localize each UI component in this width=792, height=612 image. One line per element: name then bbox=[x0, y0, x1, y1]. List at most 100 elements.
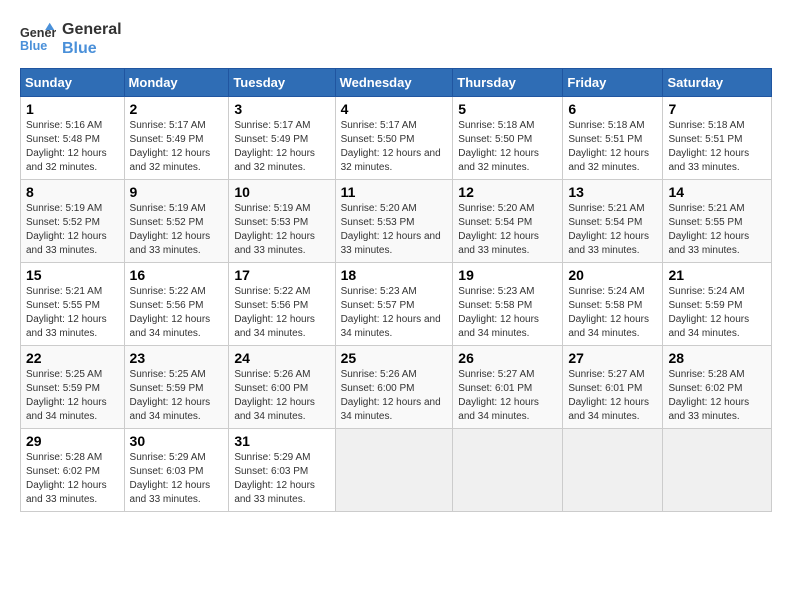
weekday-header: Saturday bbox=[663, 69, 772, 97]
day-number: 18 bbox=[341, 267, 448, 283]
calendar-week-row: 1 Sunrise: 5:16 AMSunset: 5:48 PMDayligh… bbox=[21, 97, 772, 180]
calendar-cell: 12 Sunrise: 5:20 AMSunset: 5:54 PMDaylig… bbox=[453, 180, 563, 263]
day-info: Sunrise: 5:19 AMSunset: 5:53 PMDaylight:… bbox=[234, 203, 315, 256]
day-number: 29 bbox=[26, 433, 119, 449]
calendar-week-row: 22 Sunrise: 5:25 AMSunset: 5:59 PMDaylig… bbox=[21, 346, 772, 429]
weekday-header: Friday bbox=[563, 69, 663, 97]
day-info: Sunrise: 5:20 AMSunset: 5:53 PMDaylight:… bbox=[341, 203, 441, 256]
calendar-cell: 26 Sunrise: 5:27 AMSunset: 6:01 PMDaylig… bbox=[453, 346, 563, 429]
day-number: 31 bbox=[234, 433, 329, 449]
day-number: 10 bbox=[234, 184, 329, 200]
day-number: 20 bbox=[568, 267, 657, 283]
calendar-cell: 29 Sunrise: 5:28 AMSunset: 6:02 PMDaylig… bbox=[21, 429, 125, 512]
day-number: 9 bbox=[130, 184, 224, 200]
calendar-cell: 22 Sunrise: 5:25 AMSunset: 5:59 PMDaylig… bbox=[21, 346, 125, 429]
day-info: Sunrise: 5:25 AMSunset: 5:59 PMDaylight:… bbox=[130, 369, 211, 422]
calendar-cell: 17 Sunrise: 5:22 AMSunset: 5:56 PMDaylig… bbox=[229, 263, 335, 346]
calendar-cell bbox=[453, 429, 563, 512]
day-number: 3 bbox=[234, 101, 329, 117]
calendar-cell: 2 Sunrise: 5:17 AMSunset: 5:49 PMDayligh… bbox=[124, 97, 229, 180]
day-info: Sunrise: 5:29 AMSunset: 6:03 PMDaylight:… bbox=[234, 452, 315, 505]
day-number: 13 bbox=[568, 184, 657, 200]
day-info: Sunrise: 5:25 AMSunset: 5:59 PMDaylight:… bbox=[26, 369, 107, 422]
weekday-header-row: SundayMondayTuesdayWednesdayThursdayFrid… bbox=[21, 69, 772, 97]
day-info: Sunrise: 5:24 AMSunset: 5:58 PMDaylight:… bbox=[568, 286, 649, 339]
day-number: 4 bbox=[341, 101, 448, 117]
svg-text:Blue: Blue bbox=[20, 39, 47, 53]
calendar-cell: 27 Sunrise: 5:27 AMSunset: 6:01 PMDaylig… bbox=[563, 346, 663, 429]
calendar-cell: 8 Sunrise: 5:19 AMSunset: 5:52 PMDayligh… bbox=[21, 180, 125, 263]
calendar-cell: 18 Sunrise: 5:23 AMSunset: 5:57 PMDaylig… bbox=[335, 263, 453, 346]
logo-subtext: Blue bbox=[62, 39, 122, 58]
calendar-cell: 1 Sunrise: 5:16 AMSunset: 5:48 PMDayligh… bbox=[21, 97, 125, 180]
day-number: 16 bbox=[130, 267, 224, 283]
calendar-cell: 13 Sunrise: 5:21 AMSunset: 5:54 PMDaylig… bbox=[563, 180, 663, 263]
day-info: Sunrise: 5:19 AMSunset: 5:52 PMDaylight:… bbox=[130, 203, 211, 256]
day-info: Sunrise: 5:17 AMSunset: 5:50 PMDaylight:… bbox=[341, 120, 441, 173]
day-info: Sunrise: 5:29 AMSunset: 6:03 PMDaylight:… bbox=[130, 452, 211, 505]
day-number: 24 bbox=[234, 350, 329, 366]
calendar-cell bbox=[563, 429, 663, 512]
calendar-cell bbox=[335, 429, 453, 512]
day-number: 28 bbox=[668, 350, 766, 366]
calendar-week-row: 29 Sunrise: 5:28 AMSunset: 6:02 PMDaylig… bbox=[21, 429, 772, 512]
weekday-header: Monday bbox=[124, 69, 229, 97]
weekday-header: Thursday bbox=[453, 69, 563, 97]
calendar-table: SundayMondayTuesdayWednesdayThursdayFrid… bbox=[20, 68, 772, 512]
day-info: Sunrise: 5:28 AMSunset: 6:02 PMDaylight:… bbox=[26, 452, 107, 505]
day-number: 15 bbox=[26, 267, 119, 283]
day-info: Sunrise: 5:24 AMSunset: 5:59 PMDaylight:… bbox=[668, 286, 749, 339]
calendar-cell: 6 Sunrise: 5:18 AMSunset: 5:51 PMDayligh… bbox=[563, 97, 663, 180]
calendar-cell: 11 Sunrise: 5:20 AMSunset: 5:53 PMDaylig… bbox=[335, 180, 453, 263]
calendar-cell: 16 Sunrise: 5:22 AMSunset: 5:56 PMDaylig… bbox=[124, 263, 229, 346]
page-header: General Blue General Blue bbox=[20, 20, 772, 58]
day-info: Sunrise: 5:21 AMSunset: 5:55 PMDaylight:… bbox=[26, 286, 107, 339]
day-info: Sunrise: 5:16 AMSunset: 5:48 PMDaylight:… bbox=[26, 120, 107, 173]
calendar-cell: 31 Sunrise: 5:29 AMSunset: 6:03 PMDaylig… bbox=[229, 429, 335, 512]
weekday-header: Wednesday bbox=[335, 69, 453, 97]
day-number: 2 bbox=[130, 101, 224, 117]
day-info: Sunrise: 5:22 AMSunset: 5:56 PMDaylight:… bbox=[234, 286, 315, 339]
weekday-header: Tuesday bbox=[229, 69, 335, 97]
day-number: 8 bbox=[26, 184, 119, 200]
day-info: Sunrise: 5:22 AMSunset: 5:56 PMDaylight:… bbox=[130, 286, 211, 339]
calendar-cell: 14 Sunrise: 5:21 AMSunset: 5:55 PMDaylig… bbox=[663, 180, 772, 263]
day-info: Sunrise: 5:27 AMSunset: 6:01 PMDaylight:… bbox=[458, 369, 539, 422]
logo-icon: General Blue bbox=[20, 21, 56, 57]
calendar-cell: 10 Sunrise: 5:19 AMSunset: 5:53 PMDaylig… bbox=[229, 180, 335, 263]
calendar-cell: 5 Sunrise: 5:18 AMSunset: 5:50 PMDayligh… bbox=[453, 97, 563, 180]
day-number: 26 bbox=[458, 350, 557, 366]
day-info: Sunrise: 5:26 AMSunset: 6:00 PMDaylight:… bbox=[234, 369, 315, 422]
logo-text: General bbox=[62, 20, 122, 39]
calendar-cell: 20 Sunrise: 5:24 AMSunset: 5:58 PMDaylig… bbox=[563, 263, 663, 346]
day-info: Sunrise: 5:18 AMSunset: 5:50 PMDaylight:… bbox=[458, 120, 539, 173]
day-info: Sunrise: 5:26 AMSunset: 6:00 PMDaylight:… bbox=[341, 369, 441, 422]
calendar-cell: 4 Sunrise: 5:17 AMSunset: 5:50 PMDayligh… bbox=[335, 97, 453, 180]
calendar-cell: 15 Sunrise: 5:21 AMSunset: 5:55 PMDaylig… bbox=[21, 263, 125, 346]
day-info: Sunrise: 5:18 AMSunset: 5:51 PMDaylight:… bbox=[668, 120, 749, 173]
weekday-header: Sunday bbox=[21, 69, 125, 97]
day-info: Sunrise: 5:18 AMSunset: 5:51 PMDaylight:… bbox=[568, 120, 649, 173]
day-number: 14 bbox=[668, 184, 766, 200]
day-info: Sunrise: 5:19 AMSunset: 5:52 PMDaylight:… bbox=[26, 203, 107, 256]
calendar-cell: 28 Sunrise: 5:28 AMSunset: 6:02 PMDaylig… bbox=[663, 346, 772, 429]
day-number: 19 bbox=[458, 267, 557, 283]
day-number: 12 bbox=[458, 184, 557, 200]
calendar-cell bbox=[663, 429, 772, 512]
calendar-week-row: 15 Sunrise: 5:21 AMSunset: 5:55 PMDaylig… bbox=[21, 263, 772, 346]
day-number: 7 bbox=[668, 101, 766, 117]
day-number: 27 bbox=[568, 350, 657, 366]
day-number: 23 bbox=[130, 350, 224, 366]
day-info: Sunrise: 5:23 AMSunset: 5:57 PMDaylight:… bbox=[341, 286, 441, 339]
day-number: 25 bbox=[341, 350, 448, 366]
day-info: Sunrise: 5:28 AMSunset: 6:02 PMDaylight:… bbox=[668, 369, 749, 422]
calendar-cell: 21 Sunrise: 5:24 AMSunset: 5:59 PMDaylig… bbox=[663, 263, 772, 346]
calendar-cell: 9 Sunrise: 5:19 AMSunset: 5:52 PMDayligh… bbox=[124, 180, 229, 263]
day-number: 5 bbox=[458, 101, 557, 117]
calendar-week-row: 8 Sunrise: 5:19 AMSunset: 5:52 PMDayligh… bbox=[21, 180, 772, 263]
day-info: Sunrise: 5:17 AMSunset: 5:49 PMDaylight:… bbox=[130, 120, 211, 173]
day-info: Sunrise: 5:21 AMSunset: 5:55 PMDaylight:… bbox=[668, 203, 749, 256]
day-number: 6 bbox=[568, 101, 657, 117]
day-number: 1 bbox=[26, 101, 119, 117]
calendar-cell: 23 Sunrise: 5:25 AMSunset: 5:59 PMDaylig… bbox=[124, 346, 229, 429]
